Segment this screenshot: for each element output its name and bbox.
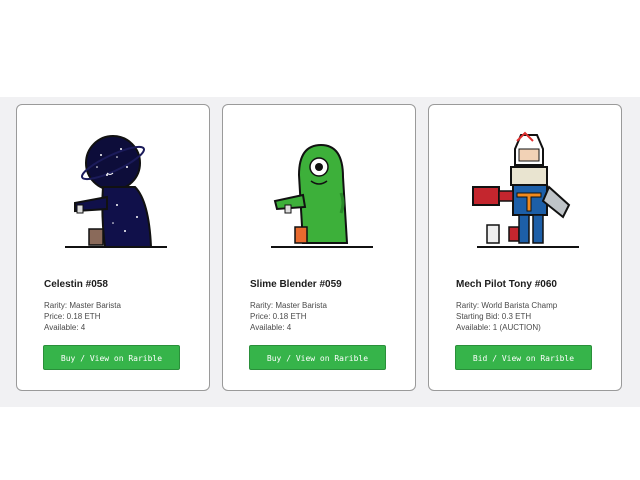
buy-button[interactable]: Buy / View on Rarible: [249, 345, 386, 370]
card-available: Available: 1 (AUCTION): [456, 323, 541, 332]
card-title: Mech Pilot Tony #060: [456, 279, 557, 290]
card-available: Available: 4: [44, 323, 86, 332]
bid-button[interactable]: Bid / View on Rarible: [455, 345, 592, 370]
slime-barista-illustration: [271, 143, 373, 248]
card-price: Starting Bid: 0.3 ETH: [456, 312, 532, 321]
card-available: Available: 4: [250, 323, 292, 332]
nft-card-slime-blender[interactable]: Slime Blender #059 Rarity: Master Barist…: [222, 104, 416, 391]
card-price: Price: 0.18 ETH: [44, 312, 101, 321]
mech-pilot-barista-illustration: [472, 131, 579, 248]
buy-button[interactable]: Buy / View on Rarible: [43, 345, 180, 370]
nft-card-mech-pilot-tony[interactable]: Mech Pilot Tony #060 Rarity: World Baris…: [428, 104, 622, 391]
nft-card-celestin[interactable]: Celestin #058 Rarity: Master Barista Pri…: [16, 104, 210, 391]
celestin-barista-illustration: [65, 135, 167, 248]
card-rarity: Rarity: Master Barista: [44, 301, 121, 310]
card-title: Celestin #058: [44, 279, 108, 290]
card-rarity: Rarity: World Barista Champ: [456, 301, 558, 310]
card-title: Slime Blender #059: [250, 279, 342, 290]
card-rarity: Rarity: Master Barista: [250, 301, 327, 310]
card-price: Price: 0.18 ETH: [250, 312, 307, 321]
